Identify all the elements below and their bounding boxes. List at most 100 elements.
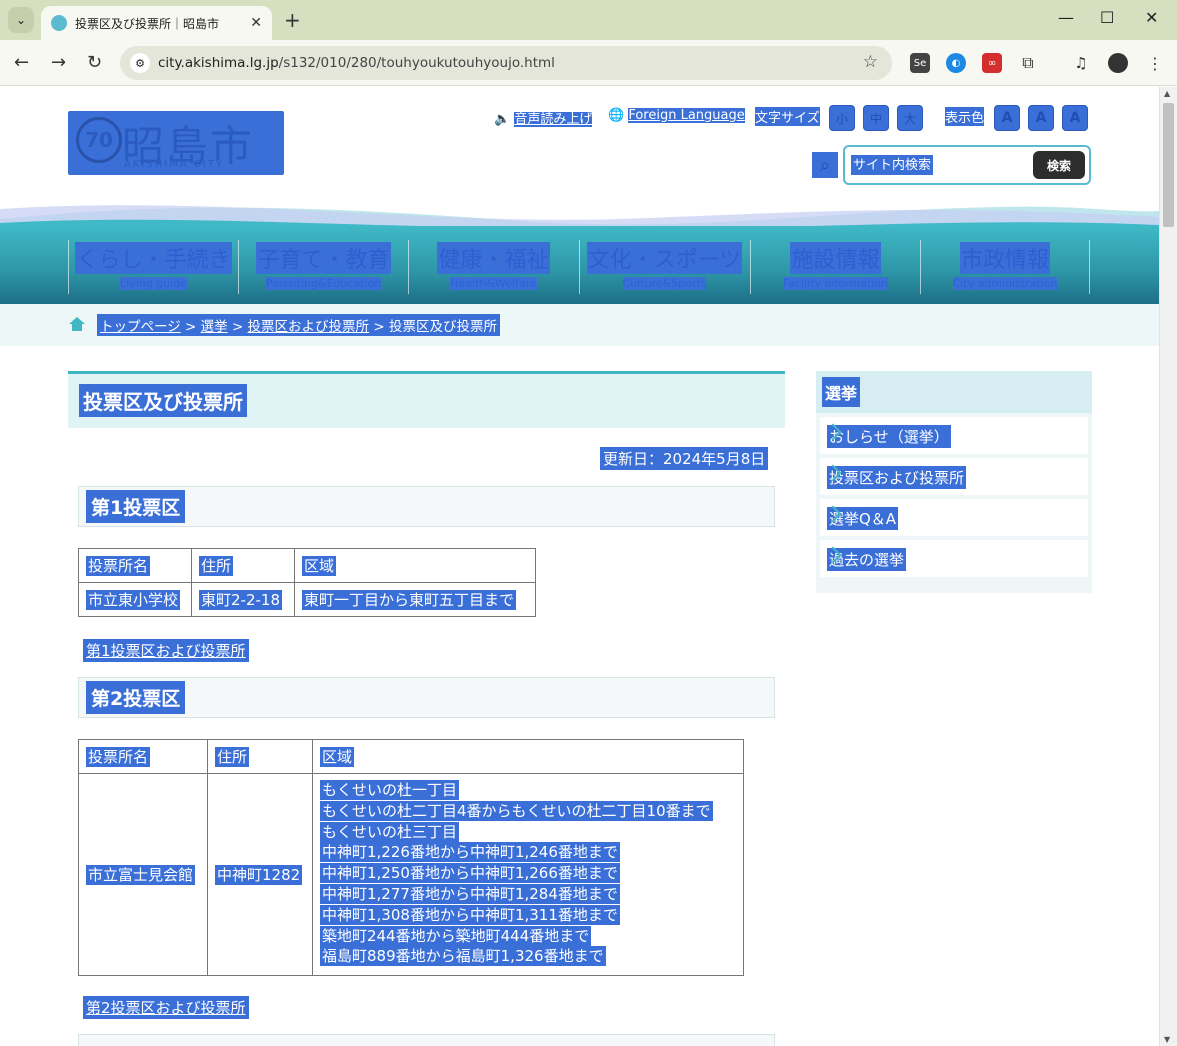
section-heading-box [78, 1034, 775, 1046]
sidebar-item-label: おしらせ（選挙） [827, 425, 951, 448]
breadcrumb-separator: > [231, 319, 244, 335]
section-link-text[interactable]: 第1投票区および投票所 [86, 642, 246, 660]
media-control-icon[interactable]: ♫ [1071, 53, 1091, 73]
sidebar-item-qa[interactable]: 選挙Q＆A [820, 499, 1088, 536]
sidebar-item-news[interactable]: おしらせ（選挙） [820, 417, 1088, 454]
foreign-language-link[interactable]: 🌐 Foreign Language [608, 108, 745, 123]
search-input[interactable] [851, 155, 933, 175]
sidebar-menu: おしらせ（選挙） 投票区および投票所 選挙Q＆A 過去の選挙 [816, 413, 1092, 593]
scroll-up-icon[interactable]: ▲ [1164, 89, 1170, 98]
nav-culture[interactable]: 文化・スポーツ Culture&Sports [579, 240, 749, 294]
breadcrumb-election[interactable]: 選挙 [201, 319, 228, 335]
site-logo[interactable]: 70 昭島市 AKISHIMA CITY [68, 111, 284, 175]
nav-culture-sub: Culture&Sports [622, 277, 707, 290]
tab-strip: ⌄ 投票区及び投票所｜昭島市 ✕ + — ☐ ✕ [0, 0, 1177, 40]
browser-tab[interactable]: 投票区及び投票所｜昭島市 ✕ [41, 6, 272, 40]
nav-administration[interactable]: 市政情報 City administration [920, 240, 1090, 294]
maximize-button[interactable]: ☐ [1100, 8, 1114, 27]
nav-parenting-label: 子育て・教育 [256, 242, 391, 274]
section-heading-box: 第1投票区 [78, 486, 775, 527]
breadcrumb-top[interactable]: トップページ [100, 319, 181, 335]
breadcrumb-districts[interactable]: 投票区および投票所 [248, 319, 370, 335]
nav-facility[interactable]: 施設情報 Facility information [750, 240, 920, 294]
address-bar[interactable]: ⚙ city.akishima.lg.jp/s132/010/280/touhy… [120, 46, 892, 80]
forward-button[interactable]: → [51, 52, 66, 73]
globe-icon: 🌐 [608, 108, 625, 123]
site-info-icon[interactable]: ⚙ [130, 53, 150, 73]
table-row: 市立東小学校 東町2-2-18 東町一丁目から東町五丁目まで [78, 582, 536, 617]
nav-parenting[interactable]: 子育て・教育 Parenting&Education [238, 240, 408, 294]
nav-living-label: くらし・手続き [75, 242, 232, 274]
site-search: 検索 [843, 145, 1091, 185]
table-row: 市立富士見会館 中神町1282 もくせいの杜一丁目 もくせいの杜二丁目4番からも… [78, 772, 744, 977]
read-aloud-link[interactable]: 🔈 音声読み上げ [494, 108, 593, 127]
table-header-row: 投票所名 住所 区域 [78, 739, 744, 774]
table-header: 投票所名 [86, 747, 151, 767]
table-cell-area: 中神町1,308番地から中神町1,311番地まで [320, 904, 620, 925]
section-link[interactable]: 第1投票区および投票所 [83, 639, 249, 662]
url-host: city.akishima.lg.jp [158, 55, 279, 71]
breadcrumb: トップページ > 選挙 > 投票区および投票所 > 投票区及び投票所 [0, 304, 1159, 346]
url-text: city.akishima.lg.jp/s132/010/280/touhyou… [158, 55, 555, 71]
display-color-label: 表示色 [945, 107, 985, 126]
polling-table: 投票所名 住所 区域 市立富士見会館 中神町1282 もくせいの杜一丁目 もくせ… [78, 739, 744, 977]
search-icon[interactable]: ⌕ [812, 152, 838, 178]
search-button[interactable]: 検索 [1033, 151, 1085, 179]
nav-health[interactable]: 健康・福祉 Health&Welfare [408, 240, 578, 294]
favicon-icon [51, 15, 67, 31]
bookmark-star-icon[interactable]: ☆ [863, 52, 878, 72]
text-size-medium-button[interactable]: 中 [863, 105, 889, 131]
reload-button[interactable]: ↻ [87, 52, 102, 73]
nav-health-label: 健康・福祉 [437, 242, 550, 274]
text-size-label: 文字サイズ [755, 107, 820, 126]
nav-parenting-sub: Parenting&Education [265, 277, 382, 290]
scrollbar-thumb[interactable] [1163, 103, 1174, 227]
selenium-extension-icon[interactable]: Se [910, 53, 930, 73]
extension-icon[interactable]: ◐ [946, 53, 966, 73]
section-link[interactable]: 第2投票区および投票所 [83, 996, 249, 1019]
kebab-menu-icon[interactable]: ⋮ [1145, 53, 1165, 73]
color-blue-button[interactable]: A [1028, 105, 1054, 131]
breadcrumb-current: 投票区及び投票所 [388, 319, 497, 335]
close-tab-icon[interactable]: ✕ [250, 15, 262, 31]
foreign-language-label[interactable]: Foreign Language [628, 108, 745, 123]
global-navigation: くらし・手続き Living guide 子育て・教育 Parenting&Ed… [0, 226, 1159, 304]
color-dark-button[interactable]: A [1062, 105, 1088, 131]
table-header: 区域 [320, 747, 355, 767]
text-size-large-button[interactable]: 大 [897, 105, 923, 131]
color-default-button[interactable]: A [994, 105, 1020, 131]
scroll-down-icon[interactable]: ▼ [1164, 1035, 1170, 1044]
table-header: 住所 [199, 556, 234, 576]
chevron-down-icon: ⌄ [15, 13, 27, 27]
sidebar-item-past[interactable]: 過去の選挙 [820, 540, 1088, 577]
vertical-scrollbar[interactable]: ▲ ▼ [1159, 87, 1177, 1046]
url-path: /s132/010/280/touhyoukutouhyoujo.html [278, 55, 555, 71]
tab-title: 投票区及び投票所｜昭島市 [75, 16, 220, 31]
close-window-button[interactable]: ✕ [1145, 8, 1158, 27]
avatar[interactable] [1108, 53, 1128, 73]
read-aloud-label[interactable]: 音声読み上げ [514, 112, 593, 127]
back-button[interactable]: ← [14, 52, 29, 73]
sidebar-item-districts[interactable]: 投票区および投票所 [820, 458, 1088, 495]
section-link-text[interactable]: 第2投票区および投票所 [86, 999, 246, 1017]
page-title: 投票区及び投票所 [79, 384, 247, 417]
nav-health-sub: Health&Welfare [450, 277, 537, 290]
section-heading: 第2投票区 [86, 681, 186, 714]
puzzle-icon[interactable]: ⧉ [1018, 53, 1038, 73]
table-cell-area: 福島町889番地から福島町1,326番地まで [320, 946, 606, 967]
table-cell-area: もくせいの杜一丁目 [320, 780, 460, 800]
minimize-button[interactable]: — [1058, 8, 1074, 27]
nav-administration-label: 市政情報 [959, 242, 1050, 274]
table-header-row: 投票所名 住所 区域 [78, 548, 536, 583]
table-cell-address: 中神町1282 [215, 865, 303, 886]
home-icon [69, 317, 85, 331]
new-tab-button[interactable]: + [284, 8, 301, 32]
table-cell-area: 中神町1,226番地から中神町1,246番地まで [320, 842, 620, 863]
polling-table: 投票所名 住所 区域 市立東小学校 東町2-2-18 東町一丁目から東町五丁目ま… [78, 548, 536, 617]
tab-search-button[interactable]: ⌄ [8, 7, 34, 33]
breadcrumb-separator: > [185, 319, 197, 335]
sidebar-heading: 選挙 [822, 377, 861, 407]
nav-living[interactable]: くらし・手続き Living guide [68, 240, 238, 294]
recorder-extension-icon[interactable]: ∞ [982, 53, 1002, 73]
text-size-small-button[interactable]: 小 [829, 105, 855, 131]
